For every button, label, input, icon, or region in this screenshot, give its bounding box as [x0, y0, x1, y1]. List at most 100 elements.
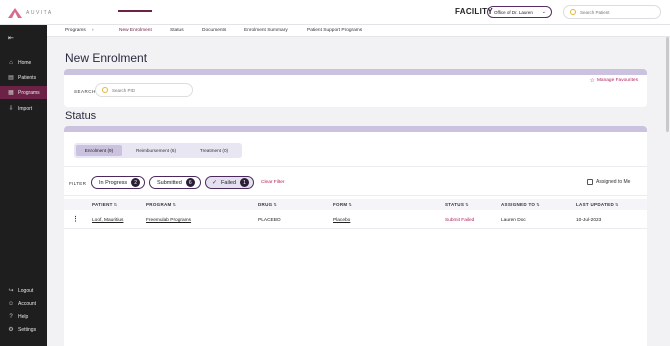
- sidebar-item-account[interactable]: ☺ Account: [0, 297, 47, 310]
- chip-label: In Progress: [99, 179, 128, 186]
- filter-chip-failed[interactable]: ✓ Failed 1: [205, 176, 254, 189]
- column-header-last-updated[interactable]: LAST UPDATED⇅: [576, 202, 619, 207]
- chip-count: 2: [131, 178, 141, 187]
- account-icon: ☺: [8, 300, 15, 307]
- column-header-patient[interactable]: PATIENT⇅: [92, 202, 117, 207]
- collapse-menu-icon[interactable]: ⇤: [8, 34, 14, 42]
- sidebar-item-home[interactable]: ⌂ Home: [0, 56, 47, 69]
- assigned-to-me-label: Assigned to Me: [596, 179, 631, 185]
- patient-link[interactable]: Loof, Mauritius: [92, 218, 123, 223]
- help-icon: ?: [9, 313, 13, 320]
- sort-icon: ⇅: [615, 202, 619, 207]
- programs-icon: ▦: [8, 90, 14, 96]
- table-row[interactable]: ⋮ Loof, Mauritius Freemulab Programs PLA…: [64, 212, 647, 229]
- manage-favourites-link[interactable]: ☆ Manage Favourites: [590, 77, 638, 84]
- page-scrollbar[interactable]: [666, 37, 669, 132]
- filter-chip-in-progress[interactable]: In Progress 2: [91, 176, 145, 189]
- sidebar-item-logout[interactable]: ↪ Logout: [0, 284, 47, 297]
- sidebar-item-label: Home: [18, 59, 32, 66]
- filter-label: FILTER: [69, 181, 87, 186]
- sidebar-item-label: Programs: [18, 89, 40, 96]
- chip-label: Failed: [221, 179, 237, 186]
- star-icon: ☆: [589, 78, 595, 84]
- divider: [64, 195, 647, 196]
- sort-icon: ⇅: [465, 202, 469, 207]
- tab-reimbursement[interactable]: Reimbursement (6): [126, 145, 186, 156]
- assigned-to-me-checkbox[interactable]: [587, 179, 593, 185]
- sidebar-item-label: Help: [18, 313, 29, 320]
- chip-count: 1: [240, 178, 250, 187]
- status-cell: Submit Failed: [445, 218, 475, 223]
- status-title: Status: [65, 110, 97, 122]
- subnav-new-enrolment[interactable]: New Enrolment: [119, 28, 152, 33]
- logout-icon: ↪: [8, 288, 14, 294]
- sort-icon: ⇅: [348, 202, 353, 207]
- filter-chip-submitted[interactable]: Submitted 6: [149, 176, 201, 189]
- assigned-to-cell: Lauren Doc: [501, 218, 526, 223]
- assigned-to-me-toggle[interactable]: Assigned to Me: [587, 179, 630, 185]
- sidebar-item-label: Import: [18, 105, 33, 112]
- divider: [64, 166, 647, 167]
- active-tab-underline: [118, 10, 152, 12]
- sidebar-item-label: Patients: [18, 74, 37, 81]
- sidebar-item-patients[interactable]: ▤ Patients: [0, 71, 47, 84]
- home-icon: ⌂: [9, 59, 13, 66]
- logo-text: AUVITA: [26, 10, 53, 16]
- check-icon: ✓: [212, 180, 218, 186]
- manage-favourites-label: Manage Favourites: [596, 78, 638, 83]
- sidebar: ⇤ ⌂ Home ▤ Patients ▦ Programs ⇩ Import …: [0, 25, 47, 346]
- import-icon: ⇩: [8, 106, 14, 112]
- form-link[interactable]: Placebo: [333, 218, 350, 223]
- sidebar-item-programs[interactable]: ▦ Programs: [0, 86, 47, 99]
- gear-icon: ⚙: [8, 327, 14, 333]
- drug-cell: PLACEBO: [258, 218, 281, 223]
- subnav-documents[interactable]: Documents: [202, 28, 226, 33]
- sidebar-item-help[interactable]: ? Help: [0, 310, 47, 323]
- patient-search-input[interactable]: [580, 9, 655, 15]
- column-header-assigned-to[interactable]: ASSIGNED TO⇅: [501, 202, 540, 207]
- sidebar-item-label: Settings: [18, 326, 37, 333]
- logo-icon: [8, 8, 22, 18]
- column-header-program[interactable]: PROGRAM⇅: [146, 202, 176, 207]
- card-header-band: [64, 126, 647, 132]
- table-header: PATIENT⇅ PROGRAM⇅ DRUG⇅ FORM⇅ STATUS⇅ AS…: [64, 199, 647, 210]
- search-icon: [570, 9, 576, 15]
- sidebar-item-settings[interactable]: ⚙ Settings: [0, 323, 47, 336]
- sidebar-item-label: Logout: [18, 287, 34, 294]
- top-header: AUVITA FACILITY Office of Dr. Lauren ⌄: [0, 0, 670, 25]
- program-link[interactable]: Freemulab Programs: [146, 218, 191, 223]
- pid-search[interactable]: [95, 83, 193, 97]
- chip-count: 6: [185, 178, 195, 187]
- facility-select-value: Office of Dr. Lauren: [494, 9, 533, 15]
- row-actions-icon[interactable]: ⋮: [72, 216, 79, 223]
- subnav-patient-support-programs[interactable]: Patient Support Programs: [307, 28, 362, 33]
- column-header-drug[interactable]: DRUG⇅: [258, 202, 277, 207]
- patients-icon: ▤: [8, 75, 14, 81]
- last-updated-cell: 10-Jul-2023: [576, 218, 602, 223]
- sort-icon: ⇅: [172, 202, 177, 207]
- sort-icon: ⇅: [273, 202, 278, 207]
- app-logo[interactable]: AUVITA: [8, 7, 53, 19]
- column-header-form[interactable]: FORM⇅: [333, 202, 352, 207]
- sidebar-item-label: Account: [18, 300, 37, 307]
- subnav-status[interactable]: Status: [170, 28, 184, 33]
- chip-label: Submitted: [157, 179, 182, 186]
- patient-search[interactable]: [563, 5, 661, 19]
- clear-filter-link[interactable]: Clear Filter: [261, 180, 284, 185]
- sidebar-item-import[interactable]: ⇩ Import: [0, 102, 47, 115]
- sort-icon: ⇅: [536, 202, 540, 207]
- chevron-down-icon: ⌄: [541, 9, 546, 15]
- tab-enrolment[interactable]: Enrolment (9): [76, 145, 122, 156]
- subnav-programs[interactable]: Programs: [65, 28, 86, 33]
- card-header-band: [64, 69, 647, 75]
- pid-search-input[interactable]: [112, 87, 192, 93]
- chevron-right-icon: ›: [92, 28, 94, 33]
- subnav-enrolment-summary[interactable]: Enrolment Summary: [244, 28, 288, 33]
- page-title: New Enrolment: [65, 51, 148, 65]
- search-icon: [102, 87, 108, 93]
- enrolment-search-card: ☆ Manage Favourites SEARCH: [64, 69, 647, 107]
- search-label: SEARCH: [74, 89, 96, 94]
- column-header-status[interactable]: STATUS⇅: [445, 202, 469, 207]
- facility-select[interactable]: Office of Dr. Lauren ⌄: [487, 6, 552, 18]
- tab-treatment[interactable]: Treatment (0): [190, 145, 238, 156]
